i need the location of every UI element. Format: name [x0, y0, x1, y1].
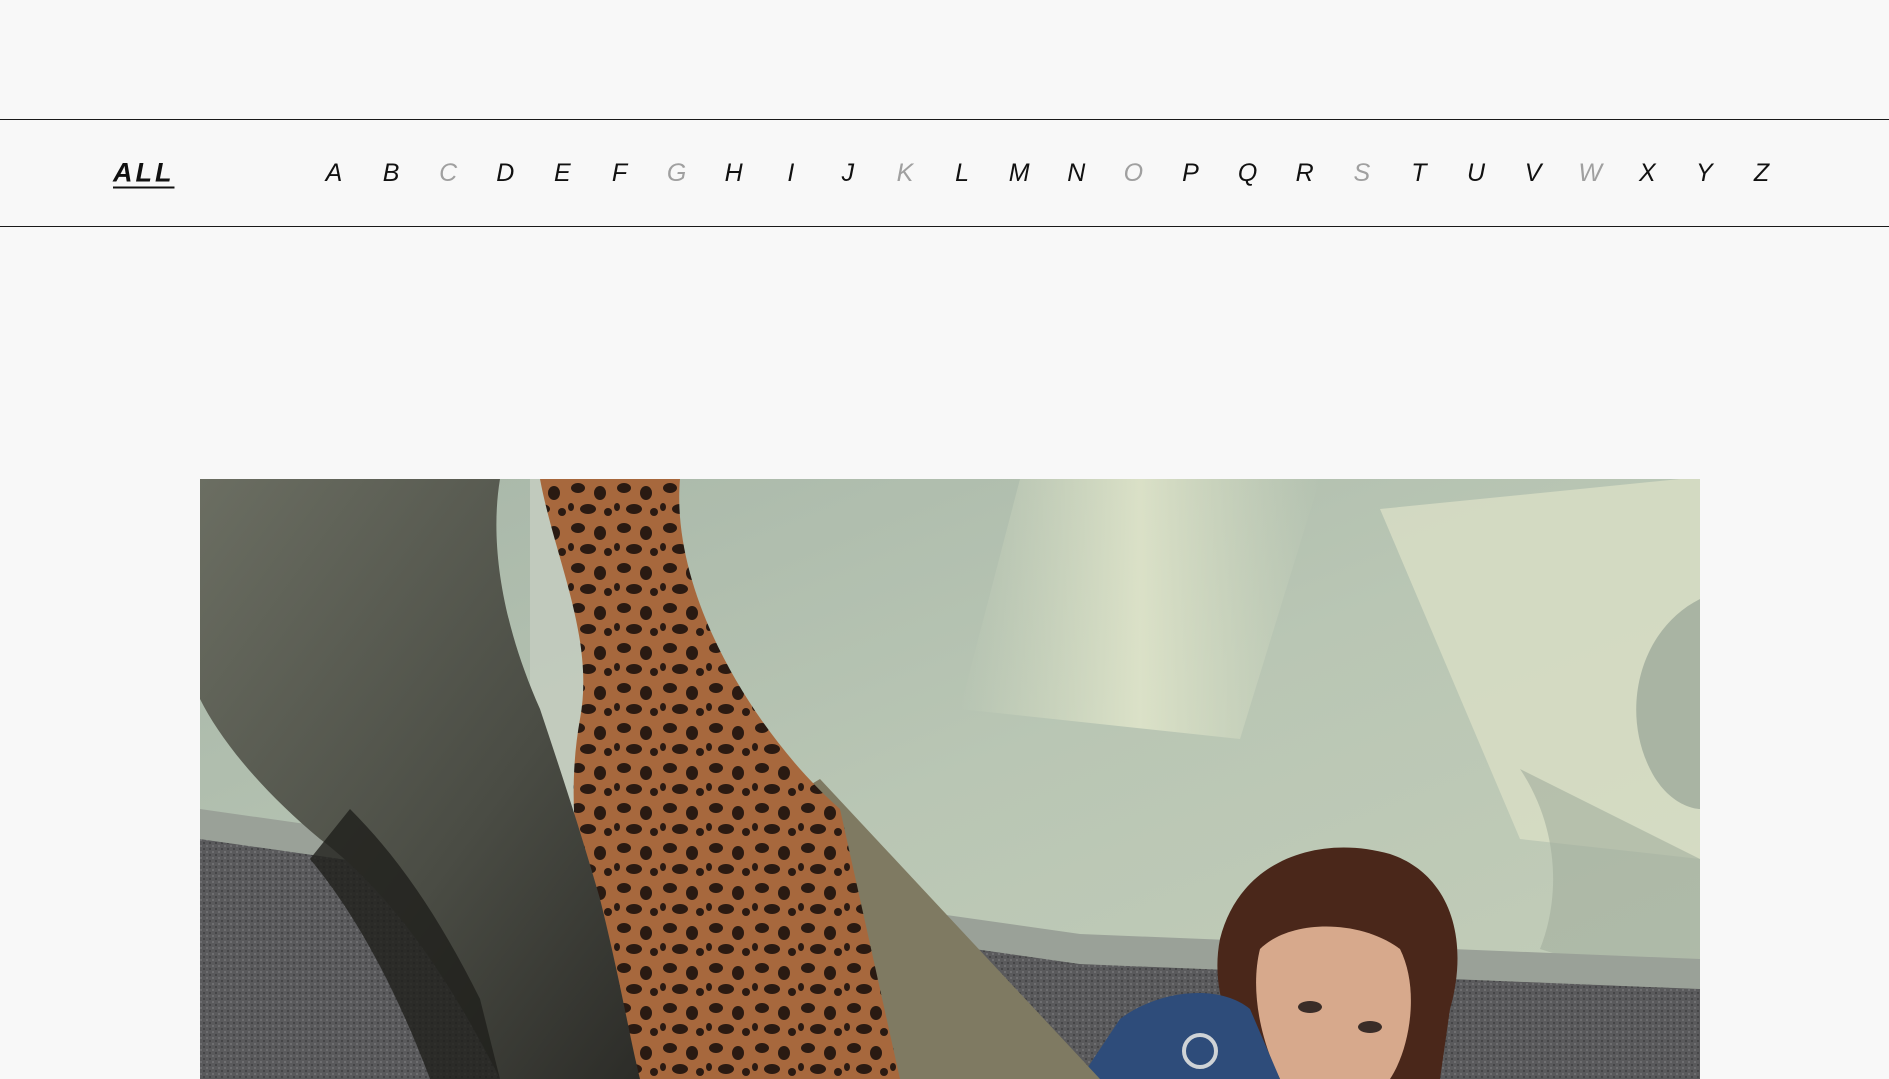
- filter-letter-t[interactable]: T: [1399, 153, 1439, 193]
- filter-letter-f[interactable]: F: [600, 153, 640, 193]
- filter-letter-c: C: [439, 159, 458, 187]
- filter-letter-m[interactable]: M: [999, 153, 1039, 193]
- page: ALL A B C D E F G H I J K L M N O P Q R …: [0, 0, 1889, 1079]
- filter-letter-o: O: [1123, 159, 1144, 187]
- filter-letter-g: G: [666, 159, 687, 187]
- filter-letter-r[interactable]: R: [1285, 153, 1325, 193]
- filter-letter-p[interactable]: P: [1171, 153, 1211, 193]
- filter-letter-a[interactable]: A: [314, 153, 354, 193]
- filter-letter-j[interactable]: J: [828, 153, 868, 193]
- filter-letter-i[interactable]: I: [771, 153, 811, 193]
- filter-letter-x[interactable]: X: [1627, 153, 1667, 193]
- editorial-photo-illustration: [200, 479, 1700, 1079]
- filter-letter-q[interactable]: Q: [1228, 153, 1268, 193]
- filter-letter-u[interactable]: U: [1456, 153, 1496, 193]
- filter-letter-s: S: [1353, 159, 1371, 187]
- filter-letter-y[interactable]: Y: [1684, 153, 1724, 193]
- filter-letter-b[interactable]: B: [371, 153, 411, 193]
- filter-letter-v[interactable]: V: [1513, 153, 1553, 193]
- filter-letter-w: W: [1578, 159, 1602, 187]
- filter-letter-l[interactable]: L: [942, 153, 982, 193]
- filter-letter-e[interactable]: E: [542, 153, 582, 193]
- filter-all-link[interactable]: ALL: [113, 158, 174, 189]
- editorial-photo[interactable]: [200, 479, 1700, 1079]
- alphabet-filter-bar: ALL A B C D E F G H I J K L M N O P Q R …: [0, 119, 1889, 227]
- filter-letter-d[interactable]: D: [485, 153, 525, 193]
- filter-letter-k: K: [896, 159, 914, 187]
- filter-letter-n[interactable]: N: [1056, 153, 1096, 193]
- alphabet-letters: A B C D E F G H I J K L M N O P Q R S T …: [306, 153, 1889, 193]
- filter-letter-h[interactable]: H: [714, 153, 754, 193]
- filter-letter-z[interactable]: Z: [1742, 153, 1782, 193]
